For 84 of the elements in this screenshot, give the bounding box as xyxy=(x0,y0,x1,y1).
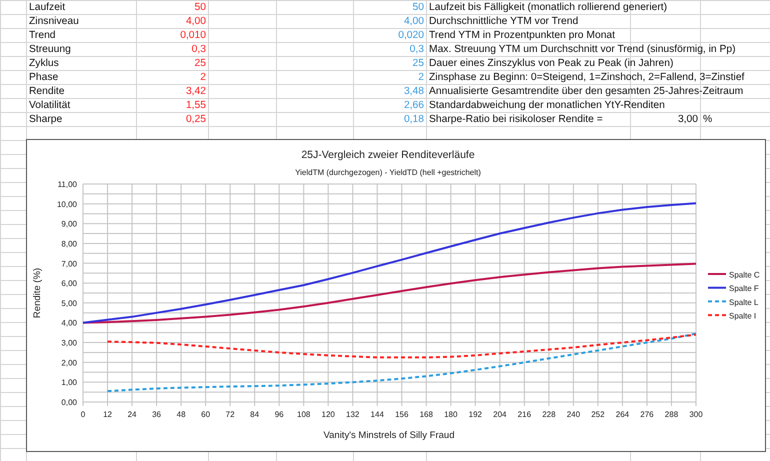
axis-tick-label: 10,00 xyxy=(56,200,77,209)
axis-tick-label: 11,00 xyxy=(58,180,77,189)
axis-tick-label: 144 xyxy=(370,410,384,419)
table-cell: 0,020 xyxy=(398,30,424,41)
table-cell: 0,25 xyxy=(186,114,206,125)
chart-title: 25J-Vergleich zweier Renditeverläufe xyxy=(301,149,475,161)
description-text: Durchschnittliche YTM vor Trend xyxy=(429,16,578,27)
table-cell: 50 xyxy=(412,2,424,13)
table-cell: 0,3 xyxy=(410,44,424,55)
axis-tick-label: 180 xyxy=(444,410,458,419)
axis-tick-label: 7,00 xyxy=(61,259,77,268)
row-label: Zyklus xyxy=(29,58,59,69)
table-cell: 50 xyxy=(194,2,206,13)
description-text: Trend YTM in Prozentpunkten pro Monat xyxy=(429,30,616,41)
row-label: Sharpe xyxy=(29,114,62,125)
row-label: Rendite xyxy=(29,86,64,97)
axis-tick-label: 24 xyxy=(128,410,136,419)
legend-label: Spalte L xyxy=(729,298,758,307)
axis-title: Rendite (%) xyxy=(32,268,43,318)
legend-label: Spalte I xyxy=(729,312,756,321)
axis-tick-label: 252 xyxy=(591,410,605,419)
axis-tick-label: 0,00 xyxy=(61,398,77,407)
axis-tick-label: 288 xyxy=(664,410,678,419)
row-label: Streuung xyxy=(29,44,71,55)
legend-label: Spalte F xyxy=(729,284,759,294)
table-cell: 25 xyxy=(194,58,206,69)
axis-tick-label: 4,00 xyxy=(61,318,77,328)
axis-tick-label: 48 xyxy=(176,410,186,419)
axis-tick-label: 3,00 xyxy=(61,338,77,348)
table-cell: 4,00 xyxy=(404,16,424,27)
axis-tick-label: 120 xyxy=(322,410,335,419)
chart-subtitle: YieldTM (durchgezogen) - YieldTD (hell +gestrichelt) xyxy=(295,168,481,177)
axis-tick-label: 192 xyxy=(468,410,482,419)
axis-tick-label: 168 xyxy=(420,410,433,419)
table-cell: 2 xyxy=(418,72,424,83)
axis-tick-label: 2,00 xyxy=(61,358,77,368)
table-cell: 1,55 xyxy=(186,100,206,111)
table-cell: 3,42 xyxy=(186,86,206,97)
row-label: Laufzeit xyxy=(29,2,66,13)
table-cell: 0,010 xyxy=(180,30,206,41)
axis-tick-label: 8,00 xyxy=(61,239,77,248)
description-text: Dauer eines Zinszyklus von Peak zu Peak (in Jahren) xyxy=(429,58,674,69)
axis-tick-label: 9,00 xyxy=(61,220,77,229)
description-text: Annualisierte Gesamtrendite über den gesamten 25-Jahres-Zeitraum xyxy=(429,86,744,97)
row-label: Zinsniveau xyxy=(29,16,79,27)
axis-tick-label: 72 xyxy=(226,410,235,419)
axis-tick-label: 156 xyxy=(395,410,408,419)
row-label: Phase xyxy=(29,72,58,83)
description-text: Standardabweichung der monatlichen YtY-Renditen xyxy=(429,100,665,111)
row-label: Volatilität xyxy=(29,100,70,111)
description-text: Laufzeit bis Fälligkeit (monatlich rollierend generiert) xyxy=(429,2,668,13)
axis-tick-label: 12 xyxy=(103,410,112,419)
table-cell: 25 xyxy=(412,58,424,69)
axis-tick-label: 264 xyxy=(616,410,630,419)
axis-tick-label: 300 xyxy=(689,410,703,419)
table-cell: 4,00 xyxy=(186,16,206,27)
axis-tick-label: 240 xyxy=(566,410,580,419)
axis-tick-label: 60 xyxy=(201,410,210,419)
description-text: Max. Streuung YTM um Durchschnitt vor Trend (sinusförmig, in Pp) xyxy=(429,44,736,55)
axis-tick-label: 108 xyxy=(297,410,310,419)
axis-tick-label: 96 xyxy=(274,410,284,419)
table-cell: 2,66 xyxy=(404,100,424,111)
table-cell: 0,18 xyxy=(404,114,424,125)
axis-tick-label: 132 xyxy=(346,410,360,419)
axis-tick-label: 5,00 xyxy=(61,298,77,308)
axis-tick-label: 1,00 xyxy=(61,378,77,388)
description-text: Zinsphase zu Beginn: 0=Steigend, 1=Zinshoch, 2=Fallend, 3=Zinstief xyxy=(429,72,744,83)
axis-tick-label: 6,00 xyxy=(61,279,77,288)
axis-tick-label: 276 xyxy=(640,410,654,419)
axis-tick-label: 36 xyxy=(152,410,162,419)
axis-title: Vanity's Minstrels of Silly Fraud xyxy=(324,430,454,441)
table-cell: 3,00 xyxy=(678,114,698,125)
row-label: Trend xyxy=(29,30,56,41)
legend-label: Spalte C xyxy=(729,270,760,280)
unit-label: % xyxy=(703,114,712,125)
description-text: Sharpe-Ratio bei risikoloser Rendite = xyxy=(429,114,603,125)
axis-tick-label: 204 xyxy=(493,410,507,419)
table-cell: 0,3 xyxy=(192,44,206,55)
table-cell: 3,48 xyxy=(404,86,424,97)
table-cell: 2 xyxy=(200,72,206,83)
axis-tick-label: 216 xyxy=(518,410,532,419)
axis-tick-label: 0 xyxy=(80,410,86,419)
axis-tick-label: 84 xyxy=(250,410,260,419)
axis-tick-label: 228 xyxy=(542,410,556,419)
